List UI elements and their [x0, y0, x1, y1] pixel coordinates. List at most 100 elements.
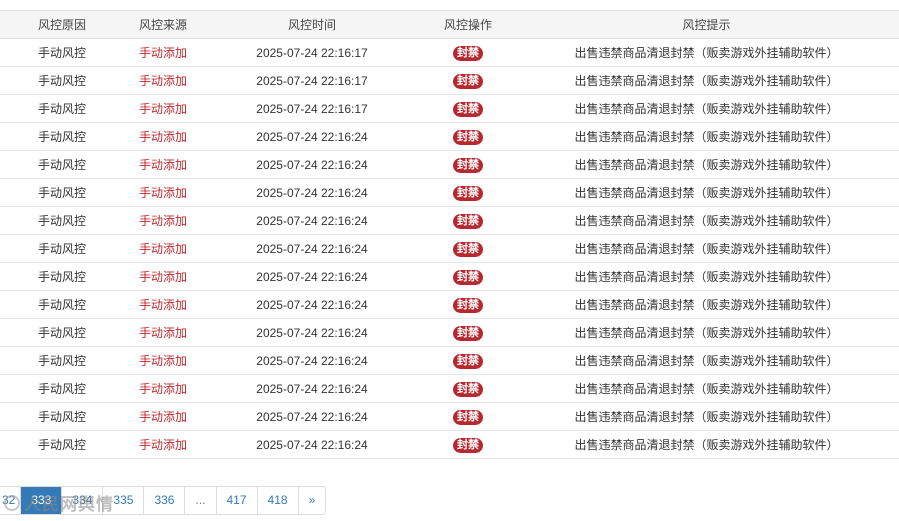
cell-tip-text: 出售违禁商品清退封禁（贩卖游戏外挂辅助软件） — [574, 410, 839, 424]
ban-badge[interactable]: 封禁 — [453, 325, 483, 341]
cell-time: 2025-07-24 22:16:24 — [202, 178, 422, 207]
table-row: 手动风控 手动添加 2025-07-24 22:16:24 封禁 出售违禁商品清退封禁（… — [0, 402, 899, 431]
ban-badge[interactable]: 封禁 — [453, 73, 483, 89]
cell-source: 手动添加 — [124, 178, 202, 207]
cell-tip: 出售违禁商品清退封禁（贩卖游戏外挂辅助软件） — [514, 178, 899, 207]
cell-operation: 封禁 — [422, 262, 514, 291]
source-text: 手动添加 — [138, 354, 187, 368]
cell-time-text: 2025-07-24 22:16:24 — [256, 437, 368, 452]
cell-operation: 封禁 — [422, 150, 514, 179]
source-text: 手动添加 — [138, 438, 187, 452]
page-link[interactable]: 336 — [144, 487, 186, 514]
source-text: 手动添加 — [138, 326, 187, 340]
cell-time-text: 2025-07-24 22:16:17 — [256, 101, 368, 116]
cell-reason-text: 手动风控 — [37, 214, 86, 228]
page-link[interactable]: 418 — [258, 487, 299, 514]
cell-time-text: 2025-07-24 22:16:24 — [256, 157, 368, 172]
cell-reason-text: 手动风控 — [37, 158, 86, 172]
page-link[interactable]: 32 — [0, 487, 22, 514]
ban-badge[interactable]: 封禁 — [453, 409, 483, 425]
table-header: 风控原因 风控来源 风控时间 风控操作 风控提示 — [0, 11, 899, 39]
source-text: 手动添加 — [138, 270, 187, 284]
source-text: 手动添加 — [138, 214, 187, 228]
cell-source: 手动添加 — [124, 150, 202, 179]
cell-time-text: 2025-07-24 22:16:24 — [256, 297, 368, 312]
cell-tip-text: 出售违禁商品清退封禁（贩卖游戏外挂辅助软件） — [574, 326, 839, 340]
cell-time-text: 2025-07-24 22:16:24 — [256, 269, 368, 284]
ban-badge[interactable]: 封禁 — [453, 353, 483, 369]
cell-tip: 出售违禁商品清退封禁（贩卖游戏外挂辅助软件） — [514, 150, 899, 179]
cell-reason-text: 手动风控 — [37, 382, 86, 396]
cell-tip: 出售违禁商品清退封禁（贩卖游戏外挂辅助软件） — [514, 430, 899, 459]
cell-reason: 手动风控 — [0, 430, 124, 459]
cell-tip: 出售违禁商品清退封禁（贩卖游戏外挂辅助软件） — [514, 374, 899, 403]
cell-tip-text: 出售违禁商品清退封禁（贩卖游戏外挂辅助软件） — [574, 74, 839, 88]
cell-tip-text: 出售违禁商品清退封禁（贩卖游戏外挂辅助软件） — [574, 242, 839, 256]
cell-tip: 出售违禁商品清退封禁（贩卖游戏外挂辅助软件） — [514, 290, 899, 319]
cell-time-text: 2025-07-24 22:16:24 — [256, 129, 368, 144]
source-text: 手动添加 — [138, 186, 187, 200]
cell-time: 2025-07-24 22:16:17 — [202, 66, 422, 95]
cell-reason: 手动风控 — [0, 346, 124, 375]
cell-time: 2025-07-24 22:16:24 — [202, 262, 422, 291]
cell-source: 手动添加 — [124, 290, 202, 319]
cell-operation: 封禁 — [422, 318, 514, 347]
cell-source: 手动添加 — [124, 346, 202, 375]
risk-control-table: 风控原因 风控来源 风控时间 风控操作 风控提示 手动风控 手动添加 2025-07… — [0, 11, 899, 459]
cell-reason: 手动风控 — [0, 38, 124, 67]
cell-reason-text: 手动风控 — [37, 354, 86, 368]
cell-time: 2025-07-24 22:16:24 — [202, 430, 422, 459]
cell-time: 2025-07-24 22:16:24 — [202, 234, 422, 263]
cell-tip: 出售违禁商品清退封禁（贩卖游戏外挂辅助软件） — [514, 234, 899, 263]
cell-reason-text: 手动风控 — [37, 326, 86, 340]
cell-operation: 封禁 — [422, 234, 514, 263]
table-row: 手动风控 手动添加 2025-07-24 22:16:17 封禁 出售违禁商品清退封禁（… — [0, 66, 899, 95]
cell-operation: 封禁 — [422, 38, 514, 67]
table-row: 手动风控 手动添加 2025-07-24 22:16:24 封禁 出售违禁商品清退封禁（… — [0, 318, 899, 347]
table-row: 手动风控 手动添加 2025-07-24 22:16:17 封禁 出售违禁商品清退封禁（… — [0, 38, 899, 67]
ban-badge[interactable]: 封禁 — [453, 241, 483, 257]
ban-badge[interactable]: 封禁 — [453, 129, 483, 145]
cell-source: 手动添加 — [124, 38, 202, 67]
source-text: 手动添加 — [138, 382, 187, 396]
cell-reason-text: 手动风控 — [37, 438, 86, 452]
header-row: 风控原因 风控来源 风控时间 风控操作 风控提示 — [0, 11, 899, 39]
cell-tip-text: 出售违禁商品清退封禁（贩卖游戏外挂辅助软件） — [574, 186, 839, 200]
cell-time-text: 2025-07-24 22:16:17 — [256, 73, 368, 88]
ban-badge[interactable]: 封禁 — [453, 213, 483, 229]
cell-time-text: 2025-07-24 22:16:17 — [256, 45, 368, 60]
next-page-button[interactable]: » — [299, 487, 326, 514]
page-current[interactable]: 333 — [21, 487, 63, 514]
cell-tip: 出售违禁商品清退封禁（贩卖游戏外挂辅助软件） — [514, 122, 899, 151]
cell-reason: 手动风控 — [0, 262, 124, 291]
ban-badge[interactable]: 封禁 — [453, 269, 483, 285]
risk-control-table-wrapper: 风控原因 风控来源 风控时间 风控操作 风控提示 手动风控 手动添加 2025-07… — [0, 10, 899, 459]
ban-badge[interactable]: 封禁 — [453, 381, 483, 397]
cell-time: 2025-07-24 22:16:17 — [202, 94, 422, 123]
source-text: 手动添加 — [138, 130, 187, 144]
table-row: 手动风控 手动添加 2025-07-24 22:16:24 封禁 出售违禁商品清退封禁（… — [0, 374, 899, 403]
cell-time: 2025-07-24 22:16:24 — [202, 206, 422, 235]
ban-badge[interactable]: 封禁 — [453, 45, 483, 61]
pagination: 32 333 334 335 336... 417 418» — [0, 486, 327, 515]
ban-badge[interactable]: 封禁 — [453, 185, 483, 201]
cell-reason: 手动风控 — [0, 206, 124, 235]
cell-operation: 封禁 — [422, 66, 514, 95]
table-body: 手动风控 手动添加 2025-07-24 22:16:17 封禁 出售违禁商品清退封禁（… — [0, 38, 899, 459]
cell-reason: 手动风控 — [0, 66, 124, 95]
ban-badge[interactable]: 封禁 — [453, 437, 483, 453]
header-source: 风控来源 — [124, 11, 202, 39]
source-text: 手动添加 — [138, 158, 187, 172]
ban-badge[interactable]: 封禁 — [453, 101, 483, 117]
page-link[interactable]: 417 — [217, 487, 258, 514]
cell-reason: 手动风控 — [0, 402, 124, 431]
cell-tip: 出售违禁商品清退封禁（贩卖游戏外挂辅助软件） — [514, 262, 899, 291]
table-row: 手动风控 手动添加 2025-07-24 22:16:24 封禁 出售违禁商品清退封禁（… — [0, 178, 899, 207]
page-link[interactable]: 334 — [62, 487, 104, 514]
cell-tip-text: 出售违禁商品清退封禁（贩卖游戏外挂辅助软件） — [574, 298, 839, 312]
cell-time-text: 2025-07-24 22:16:24 — [256, 353, 368, 368]
cell-source: 手动添加 — [124, 262, 202, 291]
ban-badge[interactable]: 封禁 — [453, 297, 483, 313]
ban-badge[interactable]: 封禁 — [453, 157, 483, 173]
page-link[interactable]: 335 — [103, 487, 145, 514]
